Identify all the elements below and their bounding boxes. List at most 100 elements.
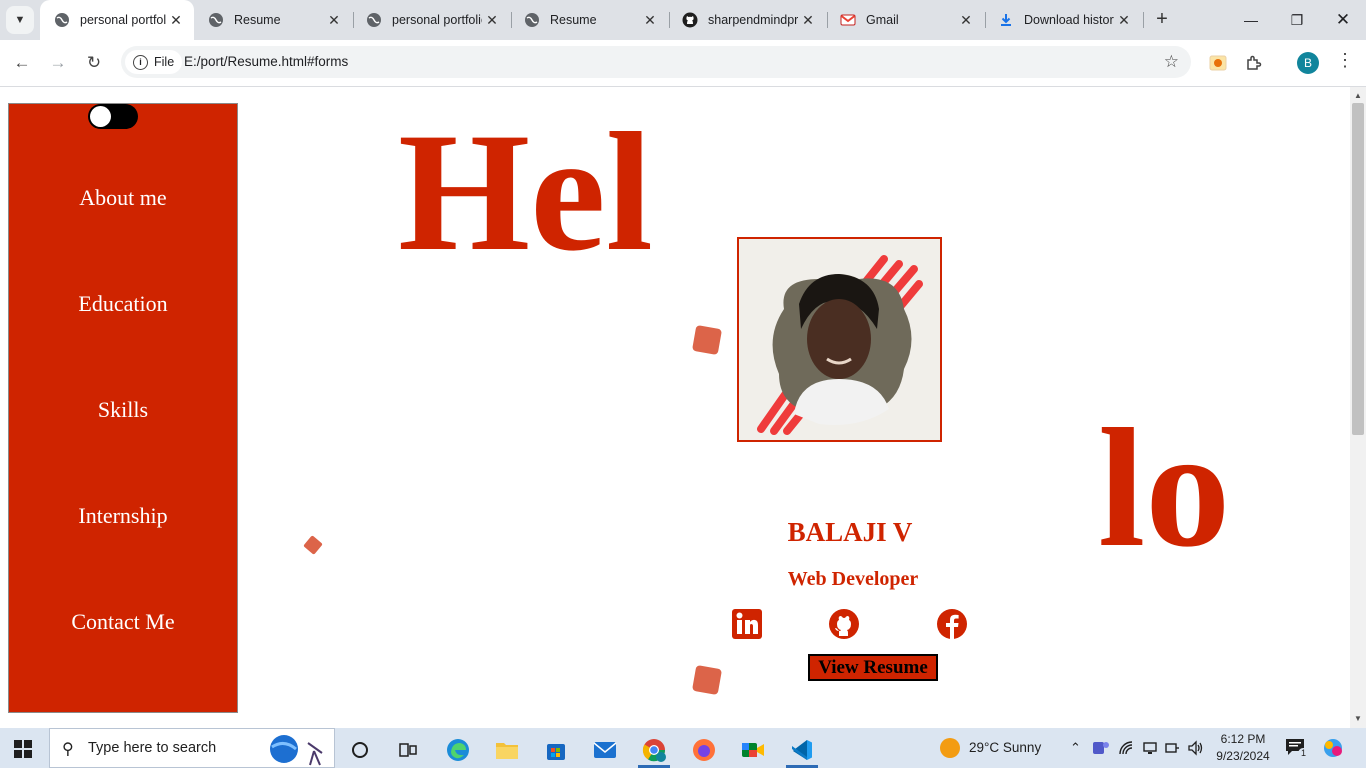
tab-search-button[interactable]: ▼	[6, 6, 34, 34]
github-icon[interactable]	[828, 608, 860, 640]
extension-icon[interactable]	[1207, 52, 1229, 74]
search-highlight-icon	[270, 735, 323, 766]
facebook-icon[interactable]	[936, 608, 968, 640]
globe-icon	[524, 12, 540, 28]
back-button[interactable]: ←	[9, 50, 35, 76]
copilot-icon[interactable]	[1322, 737, 1344, 762]
bookmark-star-icon[interactable]: ☆	[1164, 52, 1179, 72]
browser-toolbar: ← → ↻ i File E:/port/Resume.html#forms ☆…	[0, 40, 1366, 87]
chevron-up-icon[interactable]: ⌃	[1070, 740, 1081, 756]
clock-time: 6:12 PM	[1220, 732, 1266, 746]
network-icon[interactable]	[1118, 740, 1134, 759]
browser-tab-strip: ▼ personal portfolio ✕ Resume ✕ personal…	[0, 0, 1366, 40]
forward-button[interactable]: →	[45, 50, 71, 76]
page-scrollbar[interactable]: ▲ ▼	[1350, 87, 1366, 728]
sidebar-nav: About me Education Skills Internship Con…	[8, 103, 238, 713]
more-menu-icon[interactable]: ⋮	[1336, 50, 1354, 71]
meet-icon[interactable]	[733, 732, 773, 768]
close-icon[interactable]: ✕	[324, 12, 344, 29]
globe-icon	[54, 12, 70, 28]
taskbar-clock[interactable]: 6:12 PM 9/23/2024	[1212, 731, 1274, 765]
decorative-square	[303, 535, 323, 555]
download-icon	[998, 12, 1014, 28]
close-icon[interactable]: ✕	[166, 12, 186, 29]
sidebar-item-internship[interactable]: Internship	[9, 503, 237, 529]
tab-personal-portfolio[interactable]: personal portfolio ✕	[352, 0, 510, 40]
cortana-icon[interactable]	[340, 732, 380, 768]
mail-icon[interactable]	[585, 732, 625, 768]
toggle-knob	[90, 106, 111, 127]
firefox-icon[interactable]	[684, 732, 724, 768]
tab-resume-2[interactable]: Resume ✕	[510, 0, 668, 40]
tab-title: Gmail	[866, 13, 899, 27]
scroll-up-arrow-icon[interactable]: ▲	[1350, 91, 1366, 100]
tab-title: sharpendmindpro	[708, 13, 798, 27]
tab-github[interactable]: sharpendmindpro ✕	[668, 0, 826, 40]
chrome-icon[interactable]	[634, 732, 674, 768]
url-text[interactable]: E:/port/Resume.html#forms	[184, 54, 348, 69]
microsoft-store-icon[interactable]	[536, 732, 576, 768]
linkedin-icon[interactable]	[731, 608, 763, 640]
minimize-button[interactable]: —	[1228, 0, 1274, 40]
sidebar-item-contact-me[interactable]: Contact Me	[9, 609, 237, 635]
scroll-down-arrow-icon[interactable]: ▼	[1350, 714, 1366, 723]
taskbar-search-box[interactable]: ⚲ Type here to search	[49, 728, 335, 768]
decorative-square	[691, 664, 723, 696]
close-icon[interactable]: ✕	[482, 12, 502, 29]
close-icon[interactable]: ✕	[956, 12, 976, 29]
weather-text[interactable]: 29°C Sunny	[969, 740, 1041, 755]
search-placeholder: Type here to search	[88, 740, 217, 756]
portfolio-page: About me Education Skills Internship Con…	[0, 87, 1350, 728]
tab-gmail[interactable]: Gmail ✕	[826, 0, 984, 40]
hero-hello-right: lo	[1098, 394, 1231, 582]
notification-icon[interactable]: 1	[1284, 736, 1309, 761]
profile-name: BALAJI V	[787, 517, 913, 547]
tab-title: Resume	[234, 13, 281, 27]
tab-title: Resume	[550, 13, 597, 27]
new-tab-button[interactable]: +	[1150, 8, 1174, 32]
edge-icon[interactable]	[438, 732, 478, 768]
sidebar-item-skills[interactable]: Skills	[9, 397, 237, 423]
profile-avatar[interactable]: B	[1297, 52, 1319, 74]
globe-icon	[208, 12, 224, 28]
vscode-icon[interactable]	[782, 732, 822, 768]
tab-resume[interactable]: Resume ✕	[194, 0, 352, 40]
tab-download-history[interactable]: Download history ✕	[984, 0, 1142, 40]
extensions-puzzle-icon[interactable]	[1243, 52, 1265, 74]
close-icon[interactable]: ✕	[1114, 12, 1134, 29]
site-chip-label: File	[154, 55, 175, 69]
tab-title: Download history	[1024, 13, 1114, 27]
view-resume-button[interactable]: View Resume	[808, 654, 938, 681]
sidebar-item-education[interactable]: Education	[9, 291, 237, 317]
reload-button[interactable]: ↻	[81, 50, 107, 76]
github-icon	[682, 12, 698, 28]
hero-hello-left: Hel	[398, 98, 653, 286]
file-explorer-icon[interactable]	[487, 732, 527, 768]
theme-toggle[interactable]	[88, 104, 138, 129]
gmail-icon	[840, 12, 856, 28]
close-icon[interactable]: ✕	[798, 12, 818, 29]
volume-icon[interactable]	[1187, 740, 1205, 759]
sidebar-item-about-me[interactable]: About me	[9, 185, 237, 211]
tab-separator	[1143, 12, 1144, 28]
profile-photo	[757, 255, 923, 435]
search-icon: ⚲	[62, 741, 74, 758]
address-bar[interactable]: i File E:/port/Resume.html#forms ☆	[121, 46, 1191, 78]
sun-icon[interactable]	[940, 738, 960, 758]
tab-title: personal portfolio	[80, 13, 166, 27]
wifi-icon[interactable]	[1164, 740, 1180, 759]
windows-start-icon[interactable]	[14, 740, 32, 758]
teams-icon[interactable]	[1092, 740, 1110, 759]
task-view-icon[interactable]	[388, 732, 428, 768]
profile-photo-frame	[737, 237, 942, 442]
site-info-chip[interactable]: i File	[125, 50, 183, 74]
tab-title: personal portfolio	[392, 13, 482, 27]
restore-button[interactable]: ❐	[1274, 0, 1320, 40]
windows-taskbar: ⚲ Type here to search 29°C Sunny ⌃ 6:12 …	[0, 728, 1366, 768]
display-icon[interactable]	[1142, 740, 1158, 759]
close-window-button[interactable]: ✕	[1320, 0, 1366, 40]
close-icon[interactable]: ✕	[640, 12, 660, 29]
scrollbar-thumb[interactable]	[1352, 103, 1364, 435]
decorative-square	[691, 324, 723, 356]
tab-personal-portfolio-active[interactable]: personal portfolio ✕	[40, 0, 194, 40]
